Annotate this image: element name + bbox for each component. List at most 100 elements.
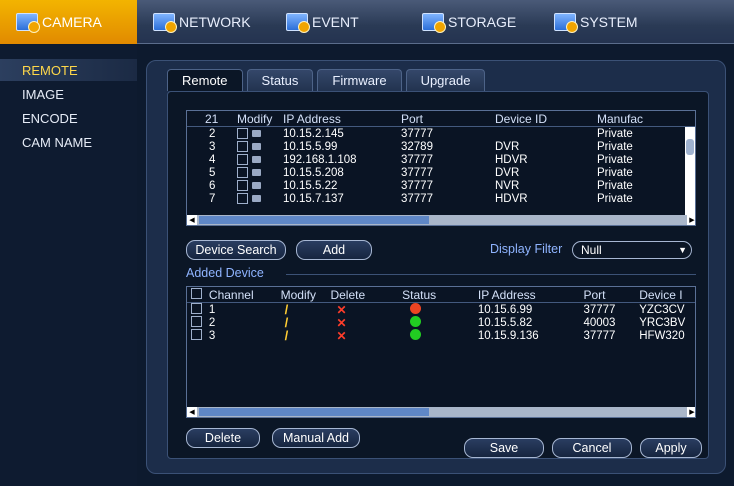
chevron-down-icon: ▼ (678, 245, 687, 255)
header-device-id: Device I (639, 287, 683, 302)
row-checkbox[interactable] (237, 154, 248, 165)
sidebar-item-encode[interactable]: ENCODE (0, 107, 137, 129)
display-filter-select[interactable]: Null ▼ (572, 241, 692, 259)
ip-address: 10.15.7.137 (283, 192, 344, 205)
device-search-button[interactable]: Device Search (186, 240, 286, 260)
manufacturer: Private (597, 179, 633, 192)
row-checkbox[interactable] (237, 128, 248, 139)
tab-content: 21 Modify IP Address Port Device ID Manu… (167, 91, 709, 459)
tab-bar: Remote Status Firmware Upgrade (167, 69, 489, 91)
row-checkbox[interactable] (237, 167, 248, 178)
horizontal-scrollbar[interactable]: ◀ ▶ (187, 407, 695, 417)
device-id: NVR (495, 179, 520, 192)
port: 37777 (583, 329, 616, 342)
nav-storage-label: STORAGE (448, 13, 517, 30)
horizontal-scrollbar[interactable]: ◀ ▶ (187, 215, 695, 225)
table-row[interactable]: 1/✕ 10.15.6.99 37777 YZC3CV (187, 302, 695, 317)
sidebar-item-image[interactable]: IMAGE (0, 83, 137, 105)
sidebar-item-remote[interactable]: REMOTE (0, 59, 137, 81)
network-icon (153, 12, 177, 33)
header-ip-address: IP Address (477, 287, 536, 302)
nav-network[interactable]: NETWORK (137, 0, 266, 44)
row-checkbox[interactable] (191, 315, 202, 327)
channel: 3 (208, 329, 216, 342)
cancel-button[interactable]: Cancel (552, 438, 632, 458)
camera-icon (252, 169, 261, 176)
nav-camera[interactable]: CAMERA (0, 0, 137, 44)
table-row[interactable]: 2 10.15.2.145 37777 Private (187, 127, 695, 140)
table-row[interactable]: 7 10.15.7.137 37777 HDVR Private (187, 192, 695, 205)
ip-address: 10.15.6.99 (477, 303, 533, 316)
tab-upgrade[interactable]: Upgrade (405, 69, 486, 91)
camera-icon (252, 156, 261, 163)
added-device-table: Channel Modify Delete Status IP Address … (186, 286, 696, 418)
scroll-thumb[interactable] (199, 408, 429, 416)
port: 32789 (401, 140, 433, 153)
camera-icon (252, 195, 261, 202)
delete-x-icon[interactable]: ✕ (330, 303, 402, 317)
row-checkbox[interactable] (237, 180, 248, 191)
add-button[interactable]: Add (296, 240, 372, 260)
camera-icon (252, 143, 261, 150)
scroll-left-arrow-icon[interactable]: ◀ (187, 407, 197, 417)
device-id: HDVR (495, 153, 528, 166)
camera-icon (16, 12, 40, 33)
scroll-thumb[interactable] (686, 139, 694, 155)
nav-network-label: NETWORK (179, 13, 251, 30)
sidebar-item-cam-name[interactable]: CAM NAME (0, 131, 137, 153)
scroll-left-arrow-icon[interactable]: ◀ (187, 215, 197, 225)
edit-pencil-icon[interactable]: / (281, 328, 331, 343)
header-port: Port (583, 287, 606, 302)
table-row[interactable]: 3 10.15.5.99 32789 DVR Private (187, 140, 695, 153)
row-checkbox[interactable] (237, 193, 248, 204)
table-row[interactable]: 2/✕ 10.15.5.82 40003 YRC3BV (187, 315, 695, 330)
scroll-right-arrow-icon[interactable]: ▶ (687, 407, 695, 417)
port: 37777 (401, 192, 433, 205)
row-checkbox[interactable] (237, 141, 248, 152)
camera-icon (252, 182, 261, 189)
row-number: 2 (209, 127, 216, 140)
nav-event[interactable]: EVENT (266, 0, 406, 44)
manufacturer: Private (597, 192, 633, 205)
vertical-scrollbar[interactable] (685, 127, 695, 217)
ip-address: 10.15.9.136 (477, 329, 539, 342)
section-divider (286, 274, 696, 275)
scroll-right-arrow-icon[interactable]: ▶ (687, 215, 695, 225)
table-row[interactable]: 3 /✕ 10.15.9.136 37777 HFW320 (187, 328, 695, 343)
system-icon (554, 12, 578, 33)
table-row[interactable]: 6 10.15.5.22 37777 NVR Private (187, 179, 695, 192)
apply-button[interactable]: Apply (640, 438, 702, 458)
table-row[interactable]: 5 10.15.5.208 37777 DVR Private (187, 166, 695, 179)
nav-storage[interactable]: STORAGE (406, 0, 538, 44)
delete-button[interactable]: Delete (186, 428, 260, 448)
ip-address: 10.15.5.22 (283, 179, 338, 192)
row-checkbox[interactable] (191, 328, 202, 340)
manual-add-button[interactable]: Manual Add (272, 428, 360, 448)
header-device-id: Device ID (495, 111, 548, 126)
nav-event-label: EVENT (312, 13, 359, 30)
tab-remote[interactable]: Remote (167, 69, 243, 91)
tab-status[interactable]: Status (246, 69, 314, 91)
status-indicator-icon (410, 302, 422, 314)
ip-address: 10.15.5.99 (283, 140, 338, 153)
tab-firmware[interactable]: Firmware (317, 69, 402, 91)
header-channel: Channel (208, 287, 254, 302)
port: 37777 (401, 166, 433, 179)
camera-icon (252, 130, 261, 137)
scroll-thumb[interactable] (199, 216, 429, 224)
delete-x-icon[interactable]: ✕ (330, 316, 402, 330)
channel: 2 (208, 316, 216, 329)
nav-camera-label: CAMERA (42, 13, 102, 30)
row-checkbox[interactable] (191, 302, 202, 314)
nav-system-label: SYSTEM (580, 13, 638, 30)
port: 37777 (401, 179, 433, 192)
device-id: DVR (495, 166, 520, 179)
main-panel: Remote Status Firmware Upgrade 21 Modify… (146, 60, 726, 474)
save-button[interactable]: Save (464, 438, 544, 458)
table-row[interactable]: 4 192.168.1.108 37777 HDVR Private (187, 153, 695, 166)
row-number: 5 (209, 166, 216, 179)
nav-system[interactable]: SYSTEM (538, 0, 688, 44)
select-all-checkbox[interactable] (191, 287, 202, 299)
device-id: HFW320 (639, 329, 685, 342)
delete-x-icon[interactable]: ✕ (330, 329, 402, 343)
